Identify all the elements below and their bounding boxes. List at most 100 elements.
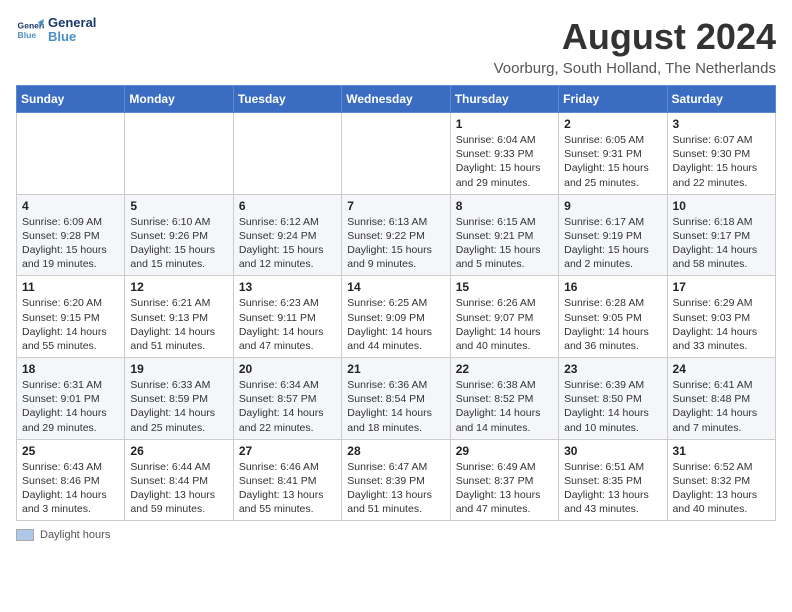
day-number: 14 bbox=[347, 280, 444, 294]
day-info: Sunrise: 6:04 AM Sunset: 9:33 PM Dayligh… bbox=[456, 133, 553, 190]
location-subtitle: Voorburg, South Holland, The Netherlands bbox=[494, 60, 776, 77]
calendar-cell bbox=[342, 113, 450, 195]
calendar-cell bbox=[233, 113, 341, 195]
calendar-cell: 21Sunrise: 6:36 AM Sunset: 8:54 PM Dayli… bbox=[342, 358, 450, 440]
week-row-4: 18 Sunrise: 6:31 AM Sunset: 9:01 PM Dayli… bbox=[17, 358, 776, 440]
calendar-cell: 10Sunrise: 6:18 AM Sunset: 9:17 PM Dayli… bbox=[667, 194, 775, 276]
day-info: Sunrise: 6:47 AM Sunset: 8:39 PM Dayligh… bbox=[347, 460, 444, 517]
calendar-cell bbox=[125, 113, 233, 195]
calendar-cell: 15Sunrise: 6:26 AM Sunset: 9:07 PM Dayli… bbox=[450, 276, 558, 358]
day-number: 4 bbox=[22, 199, 119, 213]
calendar-cell: 19 Sunrise: 6:33 AM Sunset: 8:59 PM Dayli… bbox=[125, 358, 233, 440]
col-header-sunday: Sunday bbox=[17, 86, 125, 113]
day-info: Sunrise: 6:07 AM Sunset: 9:30 PM Dayligh… bbox=[673, 133, 770, 190]
day-number: 16 bbox=[564, 280, 661, 294]
calendar-cell: 16 Sunrise: 6:28 AM Sunset: 9:05 PM Dayli… bbox=[559, 276, 667, 358]
week-row-5: 25 Sunrise: 6:43 AM Sunset: 8:46 PM Dayli… bbox=[17, 439, 776, 521]
week-row-2: 4 Sunrise: 6:09 AM Sunset: 9:28 PM Daylig… bbox=[17, 194, 776, 276]
calendar-cell: 6 Sunrise: 6:12 AM Sunset: 9:24 PM Daylig… bbox=[233, 194, 341, 276]
day-number: 11 bbox=[22, 280, 119, 294]
week-row-3: 11 Sunrise: 6:20 AM Sunset: 9:15 PM Dayli… bbox=[17, 276, 776, 358]
calendar-cell: 12 Sunrise: 6:21 AM Sunset: 9:13 PM Dayli… bbox=[125, 276, 233, 358]
day-number: 25 bbox=[22, 444, 119, 458]
day-info: Sunrise: 6:43 AM Sunset: 8:46 PM Dayligh… bbox=[22, 460, 119, 517]
col-header-friday: Friday bbox=[559, 86, 667, 113]
day-info: Sunrise: 6:33 AM Sunset: 8:59 PM Dayligh… bbox=[130, 378, 227, 435]
day-info: Sunrise: 6:39 AM Sunset: 8:50 PM Dayligh… bbox=[564, 378, 661, 435]
day-info: Sunrise: 6:10 AM Sunset: 9:26 PM Dayligh… bbox=[130, 215, 227, 272]
legend: Daylight hours bbox=[16, 529, 776, 541]
day-info: Sunrise: 6:20 AM Sunset: 9:15 PM Dayligh… bbox=[22, 296, 119, 353]
col-header-thursday: Thursday bbox=[450, 86, 558, 113]
calendar-cell: 4 Sunrise: 6:09 AM Sunset: 9:28 PM Daylig… bbox=[17, 194, 125, 276]
calendar-cell: 22Sunrise: 6:38 AM Sunset: 8:52 PM Dayli… bbox=[450, 358, 558, 440]
day-number: 24 bbox=[673, 362, 770, 376]
day-info: Sunrise: 6:28 AM Sunset: 9:05 PM Dayligh… bbox=[564, 296, 661, 353]
day-number: 29 bbox=[456, 444, 553, 458]
day-number: 1 bbox=[456, 117, 553, 131]
day-info: Sunrise: 6:13 AM Sunset: 9:22 PM Dayligh… bbox=[347, 215, 444, 272]
day-info: Sunrise: 6:21 AM Sunset: 9:13 PM Dayligh… bbox=[130, 296, 227, 353]
day-info: Sunrise: 6:41 AM Sunset: 8:48 PM Dayligh… bbox=[673, 378, 770, 435]
day-number: 7 bbox=[347, 199, 444, 213]
day-number: 28 bbox=[347, 444, 444, 458]
day-info: Sunrise: 6:44 AM Sunset: 8:44 PM Dayligh… bbox=[130, 460, 227, 517]
day-number: 8 bbox=[456, 199, 553, 213]
calendar-cell: 26 Sunrise: 6:44 AM Sunset: 8:44 PM Dayli… bbox=[125, 439, 233, 521]
day-info: Sunrise: 6:31 AM Sunset: 9:01 PM Dayligh… bbox=[22, 378, 119, 435]
day-info: Sunrise: 6:23 AM Sunset: 9:11 PM Dayligh… bbox=[239, 296, 336, 353]
day-info: Sunrise: 6:52 AM Sunset: 8:32 PM Dayligh… bbox=[673, 460, 770, 517]
title-block: August 2024 Voorburg, South Holland, The… bbox=[494, 16, 776, 77]
day-number: 21 bbox=[347, 362, 444, 376]
calendar-cell: 9Sunrise: 6:17 AM Sunset: 9:19 PM Daylig… bbox=[559, 194, 667, 276]
day-number: 27 bbox=[239, 444, 336, 458]
calendar-cell: 8 Sunrise: 6:15 AM Sunset: 9:21 PM Daylig… bbox=[450, 194, 558, 276]
day-info: Sunrise: 6:29 AM Sunset: 9:03 PM Dayligh… bbox=[673, 296, 770, 353]
calendar-cell: 30 Sunrise: 6:51 AM Sunset: 8:35 PM Dayli… bbox=[559, 439, 667, 521]
logo-icon: General Blue bbox=[16, 16, 44, 44]
day-number: 30 bbox=[564, 444, 661, 458]
calendar-cell: 2 Sunrise: 6:05 AM Sunset: 9:31 PM Daylig… bbox=[559, 113, 667, 195]
calendar-cell: 28 Sunrise: 6:47 AM Sunset: 8:39 PM Dayli… bbox=[342, 439, 450, 521]
calendar-cell: 23Sunrise: 6:39 AM Sunset: 8:50 PM Dayli… bbox=[559, 358, 667, 440]
page-header: General Blue General Blue August 2024 Vo… bbox=[16, 16, 776, 77]
legend-label: Daylight hours bbox=[40, 529, 110, 541]
col-header-saturday: Saturday bbox=[667, 86, 775, 113]
calendar-cell: 3Sunrise: 6:07 AM Sunset: 9:30 PM Daylig… bbox=[667, 113, 775, 195]
day-number: 12 bbox=[130, 280, 227, 294]
day-info: Sunrise: 6:51 AM Sunset: 8:35 PM Dayligh… bbox=[564, 460, 661, 517]
day-info: Sunrise: 6:49 AM Sunset: 8:37 PM Dayligh… bbox=[456, 460, 553, 517]
logo-text-line2: Blue bbox=[48, 30, 96, 44]
calendar-cell: 17Sunrise: 6:29 AM Sunset: 9:03 PM Dayli… bbox=[667, 276, 775, 358]
calendar-table: SundayMondayTuesdayWednesdayThursdayFrid… bbox=[16, 85, 776, 521]
calendar-cell: 14Sunrise: 6:25 AM Sunset: 9:09 PM Dayli… bbox=[342, 276, 450, 358]
svg-text:Blue: Blue bbox=[18, 30, 37, 40]
day-info: Sunrise: 6:12 AM Sunset: 9:24 PM Dayligh… bbox=[239, 215, 336, 272]
calendar-cell: 1 Sunrise: 6:04 AM Sunset: 9:33 PM Daylig… bbox=[450, 113, 558, 195]
day-info: Sunrise: 6:15 AM Sunset: 9:21 PM Dayligh… bbox=[456, 215, 553, 272]
calendar-cell: 27Sunrise: 6:46 AM Sunset: 8:41 PM Dayli… bbox=[233, 439, 341, 521]
calendar-header-row: SundayMondayTuesdayWednesdayThursdayFrid… bbox=[17, 86, 776, 113]
day-number: 18 bbox=[22, 362, 119, 376]
col-header-wednesday: Wednesday bbox=[342, 86, 450, 113]
day-number: 15 bbox=[456, 280, 553, 294]
day-info: Sunrise: 6:34 AM Sunset: 8:57 PM Dayligh… bbox=[239, 378, 336, 435]
day-number: 2 bbox=[564, 117, 661, 131]
month-year-title: August 2024 bbox=[494, 16, 776, 58]
day-number: 5 bbox=[130, 199, 227, 213]
day-info: Sunrise: 6:17 AM Sunset: 9:19 PM Dayligh… bbox=[564, 215, 661, 272]
day-number: 6 bbox=[239, 199, 336, 213]
day-info: Sunrise: 6:18 AM Sunset: 9:17 PM Dayligh… bbox=[673, 215, 770, 272]
day-number: 26 bbox=[130, 444, 227, 458]
week-row-1: 1 Sunrise: 6:04 AM Sunset: 9:33 PM Daylig… bbox=[17, 113, 776, 195]
calendar-cell: 20Sunrise: 6:34 AM Sunset: 8:57 PM Dayli… bbox=[233, 358, 341, 440]
calendar-cell: 11 Sunrise: 6:20 AM Sunset: 9:15 PM Dayli… bbox=[17, 276, 125, 358]
day-number: 22 bbox=[456, 362, 553, 376]
col-header-tuesday: Tuesday bbox=[233, 86, 341, 113]
calendar-cell: 7 Sunrise: 6:13 AM Sunset: 9:22 PM Daylig… bbox=[342, 194, 450, 276]
calendar-cell: 25 Sunrise: 6:43 AM Sunset: 8:46 PM Dayli… bbox=[17, 439, 125, 521]
day-number: 19 bbox=[130, 362, 227, 376]
day-info: Sunrise: 6:05 AM Sunset: 9:31 PM Dayligh… bbox=[564, 133, 661, 190]
day-info: Sunrise: 6:09 AM Sunset: 9:28 PM Dayligh… bbox=[22, 215, 119, 272]
day-number: 13 bbox=[239, 280, 336, 294]
